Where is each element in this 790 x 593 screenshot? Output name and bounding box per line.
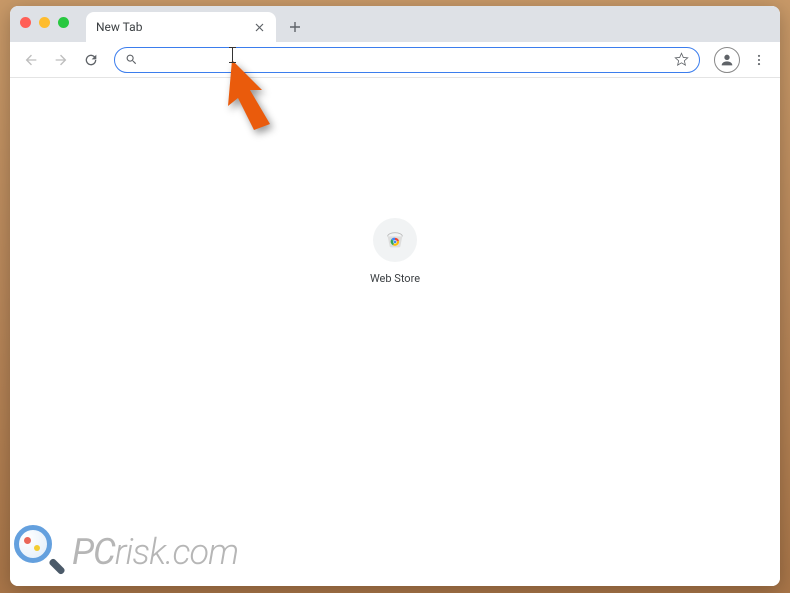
reload-button[interactable]	[78, 47, 104, 73]
kebab-menu-button[interactable]	[746, 47, 772, 73]
shortcut-label: Web Store	[370, 272, 420, 285]
address-bar[interactable]	[114, 47, 700, 73]
tab-title: New Tab	[96, 20, 142, 34]
search-icon	[125, 53, 138, 66]
watermark-text: PCrisk.com	[72, 531, 238, 573]
shortcut-web-store[interactable]: Web Store	[350, 218, 440, 285]
browser-window: New Tab	[10, 6, 780, 586]
window-minimize-button[interactable]	[39, 17, 50, 28]
back-button[interactable]	[18, 47, 44, 73]
tab-close-button[interactable]	[252, 20, 266, 34]
magnifier-icon	[14, 525, 68, 579]
forward-button[interactable]	[48, 47, 74, 73]
new-tab-button[interactable]	[282, 14, 308, 40]
toolbar	[10, 42, 780, 78]
window-close-button[interactable]	[20, 17, 31, 28]
new-tab-page: Web Store	[10, 78, 780, 586]
shortcut-icon-circle	[373, 218, 417, 262]
web-store-icon	[384, 229, 406, 251]
window-controls	[20, 17, 69, 28]
window-maximize-button[interactable]	[58, 17, 69, 28]
profile-button[interactable]	[714, 47, 740, 73]
annotation-arrow-icon	[212, 58, 292, 138]
browser-tab[interactable]: New Tab	[86, 12, 276, 42]
bookmark-star-icon[interactable]	[674, 52, 689, 67]
watermark: PCrisk.com	[14, 525, 238, 579]
tab-strip: New Tab	[10, 6, 780, 42]
